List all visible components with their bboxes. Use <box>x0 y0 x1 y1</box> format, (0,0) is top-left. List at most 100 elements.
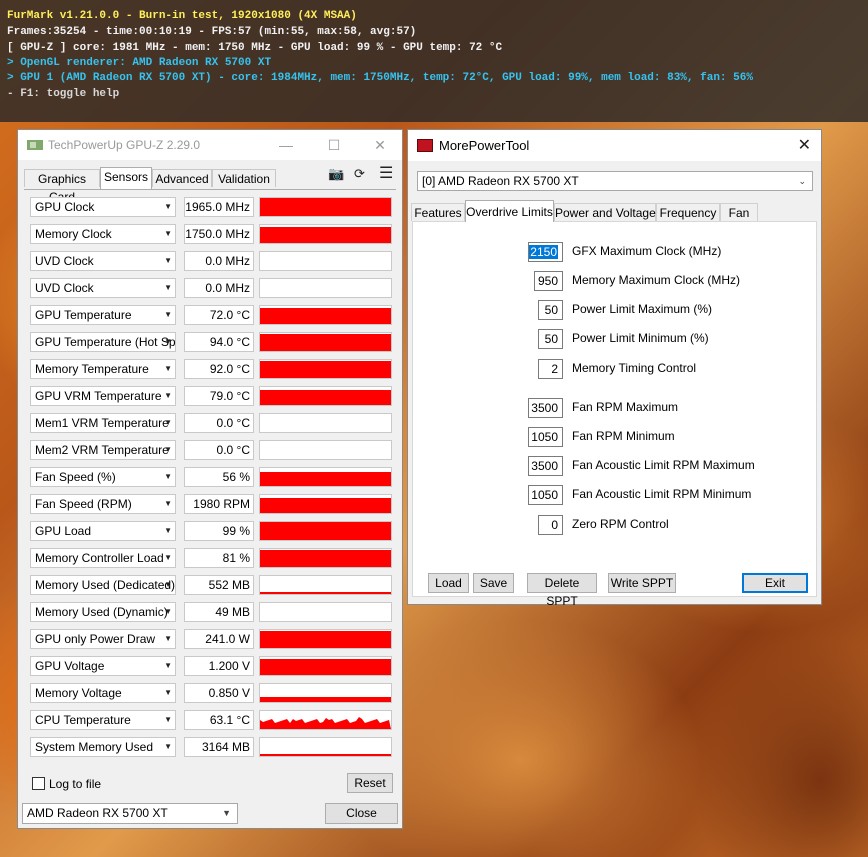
delete-sppt-button[interactable]: Delete SPPT <box>527 573 597 608</box>
sensor-name-dropdown[interactable]: Mem1 VRM Temperature ▼ <box>30 413 176 433</box>
sensor-row: Memory Temperature ▼ 92.0 °C <box>30 359 394 381</box>
param-input[interactable]: 2 <box>538 359 563 379</box>
chevron-down-icon: ▼ <box>164 526 172 535</box>
tab-power-and-voltage[interactable]: Power and Voltage <box>554 203 656 221</box>
tab-validation[interactable]: Validation <box>212 169 276 187</box>
sensor-name: Memory Controller Load <box>35 551 164 565</box>
load-button[interactable]: Load <box>428 573 469 593</box>
sensor-name-dropdown[interactable]: GPU Temperature (Hot Spot) ▼ <box>30 332 176 352</box>
sensor-graph <box>259 521 392 541</box>
param-input[interactable]: 0 <box>538 515 563 535</box>
sensor-graph <box>259 737 392 757</box>
sensor-graph-fill <box>260 361 391 378</box>
furmark-hud: FurMark v1.21.0.0 - Burn-in test, 1920x1… <box>0 0 868 122</box>
sensor-name-dropdown[interactable]: Memory Used (Dedicated) ▼ <box>30 575 176 595</box>
sensor-name-dropdown[interactable]: Memory Temperature ▼ <box>30 359 176 379</box>
sensor-graph-fill <box>260 227 391 243</box>
sensor-value: 1980 RPM <box>184 494 254 514</box>
param-input[interactable]: 3500 <box>528 398 563 418</box>
hud-frames: Frames:35254 - time:00:10:19 - FPS:57 (m… <box>7 26 417 38</box>
param-input[interactable]: 50 <box>538 329 563 349</box>
mpt-titlebar[interactable]: MorePowerTool ✕ <box>408 130 821 161</box>
sensor-row: UVD Clock ▼ 0.0 MHz <box>30 251 394 273</box>
sensor-value: 49 MB <box>184 602 254 622</box>
chevron-down-icon: ▼ <box>164 607 172 616</box>
sensor-name-dropdown[interactable]: GPU Temperature ▼ <box>30 305 176 325</box>
param-value: 50 <box>544 332 558 346</box>
sensor-name-dropdown[interactable]: UVD Clock ▼ <box>30 251 176 271</box>
close-icon[interactable]: ✕ <box>370 135 390 155</box>
minimize-icon[interactable]: — <box>276 135 296 155</box>
close-button[interactable]: Close <box>325 803 398 824</box>
sensor-name-dropdown[interactable]: CPU Temperature ▼ <box>30 710 176 730</box>
sensor-name-dropdown[interactable]: Memory Voltage ▼ <box>30 683 176 703</box>
tab-overdrive-limits[interactable]: Overdrive Limits <box>465 200 554 222</box>
param-input[interactable]: 3500 <box>528 456 563 476</box>
sensor-name-dropdown[interactable]: System Memory Used ▼ <box>30 737 176 757</box>
chevron-down-icon: ▼ <box>164 364 172 373</box>
param-label: Power Limit Minimum (%) <box>572 331 709 345</box>
chevron-down-icon: ▼ <box>164 310 172 319</box>
gpuz-app-icon <box>27 140 43 150</box>
chevron-down-icon: ▼ <box>164 202 172 211</box>
tab-features[interactable]: Features <box>411 203 465 221</box>
param-input[interactable]: 1050 <box>528 427 563 447</box>
log-to-file-checkbox[interactable] <box>32 777 45 790</box>
tab-graphics-card[interactable]: Graphics Card <box>24 169 100 204</box>
sensor-name-dropdown[interactable]: Fan Speed (RPM) ▼ <box>30 494 176 514</box>
sensor-name-dropdown[interactable]: Memory Clock ▼ <box>30 224 176 244</box>
sensor-row: Memory Used (Dedicated) ▼ 552 MB <box>30 575 394 597</box>
tab-advanced[interactable]: Advanced <box>152 169 212 187</box>
maximize-icon[interactable]: ☐ <box>324 135 344 155</box>
sensor-name-dropdown[interactable]: GPU VRM Temperature ▼ <box>30 386 176 406</box>
sensor-name: GPU only Power Draw <box>35 632 156 646</box>
sensor-name-dropdown[interactable]: Fan Speed (%) ▼ <box>30 467 176 487</box>
sensor-graph <box>259 224 392 244</box>
tab-sensors[interactable]: Sensors <box>100 167 152 189</box>
param-input[interactable]: 1050 <box>528 485 563 505</box>
sensor-name-dropdown[interactable]: UVD Clock ▼ <box>30 278 176 298</box>
sensor-row: GPU Load ▼ 99 % <box>30 521 394 543</box>
menu-icon[interactable]: ☰ <box>379 163 393 183</box>
save-button[interactable]: Save <box>473 573 514 593</box>
tab-fan[interactable]: Fan <box>720 203 758 221</box>
sensor-value: 1965.0 MHz <box>184 197 254 217</box>
sensor-graph <box>259 467 392 487</box>
chevron-down-icon: ▼ <box>164 391 172 400</box>
camera-icon[interactable]: 📷 <box>328 166 344 182</box>
sensor-name: GPU VRM Temperature <box>35 389 162 403</box>
sensor-name: Fan Speed (%) <box>35 470 116 484</box>
sensor-row: Memory Controller Load ▼ 81 % <box>30 548 394 570</box>
refresh-icon[interactable]: ⟳ <box>354 166 365 182</box>
param-label: Memory Timing Control <box>572 361 697 375</box>
reset-button[interactable]: Reset <box>347 773 393 793</box>
exit-button[interactable]: Exit <box>742 573 808 593</box>
sensor-name-dropdown[interactable]: GPU Voltage ▼ <box>30 656 176 676</box>
param-label: Fan Acoustic Limit RPM Maximum <box>572 458 755 472</box>
sensor-row: GPU Temperature ▼ 72.0 °C <box>30 305 394 327</box>
sensor-name-dropdown[interactable]: Mem2 VRM Temperature ▼ <box>30 440 176 460</box>
param-input[interactable]: 950 <box>534 271 563 291</box>
sensor-row: GPU Voltage ▼ 1.200 V <box>30 656 394 678</box>
param-input[interactable]: 50 <box>538 300 563 320</box>
mpt-device-select[interactable]: [0] AMD Radeon RX 5700 XT ⌄ <box>417 171 813 191</box>
sensor-value: 552 MB <box>184 575 254 595</box>
chevron-down-icon: ▼ <box>164 445 172 454</box>
param-label: Zero RPM Control <box>572 517 669 531</box>
sensor-name-dropdown[interactable]: GPU Clock ▼ <box>30 197 176 217</box>
param-input[interactable]: 2150 <box>528 242 563 262</box>
write-sppt-button[interactable]: Write SPPT <box>608 573 676 593</box>
gpuz-titlebar[interactable]: TechPowerUp GPU-Z 2.29.0 — ☐ ✕ <box>18 130 402 160</box>
sensor-row: GPU Temperature (Hot Spot) ▼ 94.0 °C <box>30 332 394 354</box>
log-to-file-label: Log to file <box>49 777 102 791</box>
param-value: 3500 <box>531 401 558 415</box>
sensor-graph-fill <box>260 697 391 702</box>
close-icon[interactable]: ✕ <box>798 135 811 155</box>
sensor-name-dropdown[interactable]: GPU Load ▼ <box>30 521 176 541</box>
gpu-select[interactable]: AMD Radeon RX 5700 XT ▼ <box>22 803 238 824</box>
sensor-name-dropdown[interactable]: Memory Used (Dynamic) ▼ <box>30 602 176 622</box>
sensor-graph <box>259 710 392 730</box>
tab-frequency[interactable]: Frequency <box>656 203 720 221</box>
sensor-name-dropdown[interactable]: GPU only Power Draw ▼ <box>30 629 176 649</box>
sensor-name-dropdown[interactable]: Memory Controller Load ▼ <box>30 548 176 568</box>
